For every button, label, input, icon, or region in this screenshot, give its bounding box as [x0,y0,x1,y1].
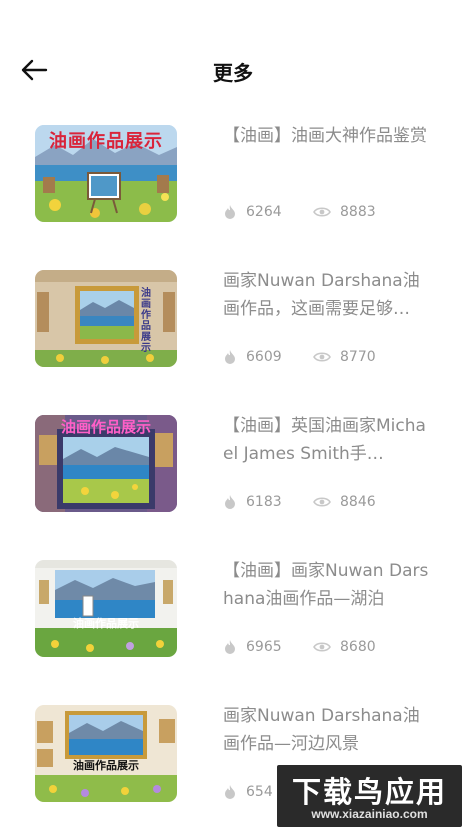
likes-stat: 6609 [223,349,313,365]
thumb-caption: 油画作品展示 [73,617,139,630]
views-count: 8846 [340,494,376,510]
item-title: 画家Nuwan Darshana油画作品，这画需要足够… [223,271,420,319]
likes-stat: 6183 [223,494,313,510]
thumb-caption: 油画作品展示 [73,759,139,772]
flame-icon [225,495,235,509]
likes-stat: 6965 [223,639,313,655]
views-stat: 8770 [313,349,376,365]
thumbnail: 油画作品展示 [35,125,177,222]
watermark-main-text: 下载鸟应用 [291,775,447,809]
item-title: 【油画】油画大神作品鉴赏 [223,126,427,146]
watermark-url: www.xiazainiao.com [311,807,428,821]
eye-icon [313,207,331,217]
flame-icon [225,205,235,219]
thumb-caption: 油画作品展示 [60,418,151,436]
views-stat: 8680 [313,639,376,655]
item-title: 【油画】画家Nuwan Darshana油画作品—湖泊 [223,561,429,609]
likes-count: 6264 [246,204,282,220]
views-count: 8883 [340,204,376,220]
likes-stat: 6264 [223,204,313,220]
list-item[interactable]: 油画作品展示 【油画】画家Nuwan Darshana油画作品—湖泊 6965 … [0,553,466,663]
thumb-caption: 油画作品展示 [141,288,151,354]
flame-icon [225,785,235,799]
thumbnail: 油画作品展示 [35,415,177,512]
item-stats: 6183 8846 [223,492,376,512]
thumbnail: 油画作品展示 [35,705,177,802]
eye-icon [313,352,331,362]
page-title: 更多 [213,61,253,85]
list-item[interactable]: 油画作品展示 【油画】油画大神作品鉴赏 6264 8883 [0,118,466,228]
item-stats: 6965 8680 [223,637,376,657]
eye-icon [313,642,331,652]
list-item[interactable]: 油画作品展示 【油画】英国油画家Michael James Smith手… 61… [0,408,466,518]
item-stats: 6609 8770 [223,347,376,367]
list-item[interactable]: 油画作品展示 画家Nuwan Darshana油画作品，这画需要足够… 6609… [0,263,466,373]
flame-icon [225,640,235,654]
likes-count: 6609 [246,349,282,365]
likes-count: 6965 [246,639,282,655]
likes-count: 654 [246,784,273,800]
item-title: 【油画】英国油画家Michael James Smith手… [223,416,426,464]
views-stat: 8846 [313,494,376,510]
views-count: 8770 [340,349,376,365]
header: 更多 [0,0,466,110]
thumbnail: 油画作品展示 [35,270,177,367]
views-stat: 8883 [313,204,376,220]
likes-count: 6183 [246,494,282,510]
views-count: 8680 [340,639,376,655]
flame-icon [225,350,235,364]
item-stats: 6264 8883 [223,202,376,222]
watermark-logo: 下载鸟应用 www.xiazainiao.com [277,765,462,827]
item-title: 画家Nuwan Darshana油画作品—河边风景 [223,706,420,754]
eye-icon [313,497,331,507]
thumbnail: 油画作品展示 [35,560,177,657]
thumb-caption: 油画作品展示 [49,131,163,152]
